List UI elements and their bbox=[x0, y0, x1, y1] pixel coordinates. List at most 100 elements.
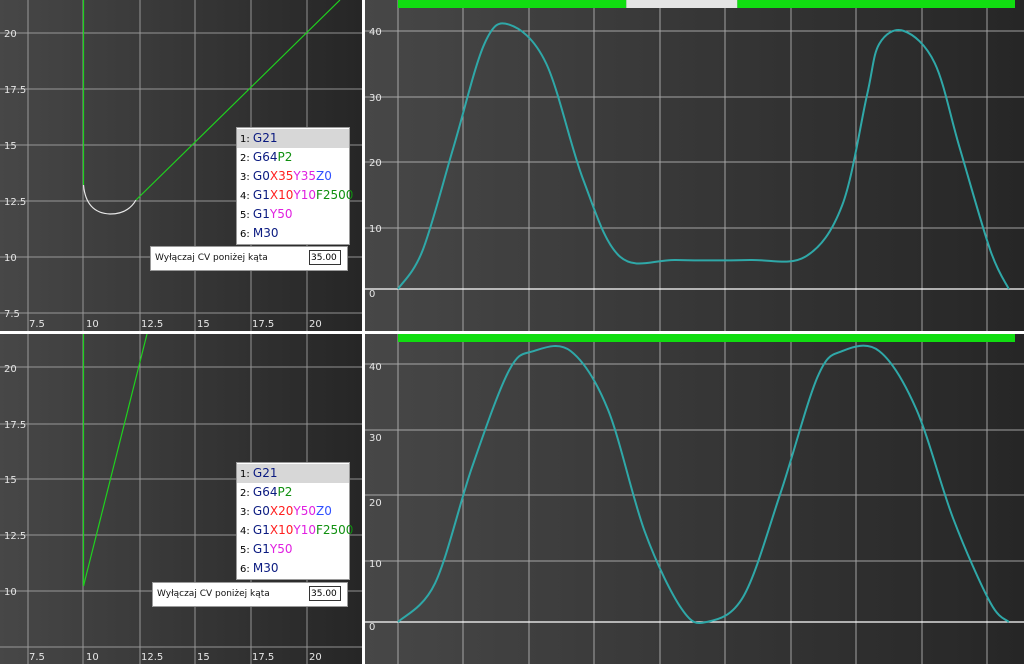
top-velocity-canvas: 40 30 20 10 0 bbox=[365, 0, 1024, 331]
top-velocity-view: 40 30 20 10 0 bbox=[365, 0, 1024, 331]
x-tick-label: 10 bbox=[86, 652, 99, 663]
gcode-token: Y50 bbox=[293, 504, 316, 518]
gcode-token: Y10 bbox=[293, 188, 316, 202]
y-tick-label: 10 bbox=[4, 253, 17, 264]
gcode-line-number: 4: bbox=[240, 526, 253, 537]
gcode-line[interactable]: 6: M30 bbox=[237, 224, 349, 243]
y-tick-label: 30 bbox=[369, 433, 382, 444]
gcode-line[interactable]: 6: M30 bbox=[237, 559, 349, 578]
bottom-velocity-canvas: 40 30 20 10 0 bbox=[365, 334, 1024, 664]
top-path-view[interactable]: 7.5 10 12.5 15 17.5 20 20 17.5 15 12.5 1… bbox=[0, 0, 362, 331]
horizontal-divider[interactable] bbox=[0, 331, 1024, 334]
progress-segment bbox=[398, 0, 627, 8]
gcode-token: M30 bbox=[252, 561, 279, 575]
gcode-line[interactable]: 5: G1Y50 bbox=[237, 205, 349, 224]
progress-segment bbox=[737, 0, 1015, 8]
gcode-token: G0 bbox=[252, 169, 270, 183]
top-progress-bar bbox=[398, 0, 1015, 8]
gcode-line-number: 5: bbox=[240, 545, 253, 556]
bottom-velocity-curve bbox=[397, 344, 1010, 625]
bottom-path-view[interactable]: 7.5 10 12.5 15 17.5 20 20 17.5 15 12.5 1… bbox=[0, 334, 362, 664]
gcode-token: Y50 bbox=[269, 542, 293, 556]
gcode-token: Z0 bbox=[315, 504, 332, 518]
x-tick-label: 7.5 bbox=[29, 319, 45, 330]
y-tick-label: 40 bbox=[369, 27, 382, 38]
top-gcode-list[interactable]: 1: G21 2: G64P2 3: G0X35Y35Z0 4: G1X10Y1… bbox=[236, 127, 353, 245]
y-tick-label: 10 bbox=[369, 559, 382, 570]
cv-angle-label: Wyłączaj CV poniżej kąta bbox=[155, 253, 268, 263]
bottom-gcode-list[interactable]: 1: G21 2: G64P2 3: G0X20Y50Z0 4: G1X10Y1… bbox=[236, 462, 353, 580]
cv-angle-label: Wyłączaj CV poniżej kąta bbox=[157, 589, 270, 599]
y-tick-label: 15 bbox=[4, 141, 17, 152]
y-tick-label: 10 bbox=[369, 224, 382, 235]
gcode-token: G0 bbox=[252, 504, 270, 518]
gcode-token: Z0 bbox=[315, 169, 332, 183]
gcode-line-number: 1: bbox=[240, 134, 253, 145]
gcode-line[interactable]: 1: G21 bbox=[237, 464, 349, 483]
gcode-line[interactable]: 2: G64P2 bbox=[237, 148, 349, 167]
gcode-line-number: 3: bbox=[240, 172, 253, 183]
gcode-line[interactable]: 5: G1Y50 bbox=[237, 540, 349, 559]
gcode-token: P2 bbox=[277, 150, 293, 164]
gcode-line[interactable]: 2: G64P2 bbox=[237, 483, 349, 502]
cv-angle-input[interactable] bbox=[309, 586, 341, 601]
gcode-line-number: 4: bbox=[240, 191, 253, 202]
y-tick-label: 12.5 bbox=[4, 531, 26, 542]
x-tick-label: 20 bbox=[309, 319, 322, 330]
y-tick-label: 17.5 bbox=[4, 85, 26, 96]
gcode-line[interactable]: 1: G21 bbox=[237, 129, 349, 148]
x-tick-label: 17.5 bbox=[252, 319, 274, 330]
x-tick-label: 10 bbox=[86, 319, 99, 330]
bottom-y-tick-labels: 20 17.5 15 12.5 10 bbox=[4, 364, 26, 598]
x-tick-label: 12.5 bbox=[141, 319, 163, 330]
top-velocity-curve bbox=[397, 22, 1010, 290]
bottom-velocity-grid bbox=[365, 334, 1024, 664]
gcode-line-number: 1: bbox=[240, 469, 253, 480]
x-tick-label: 15 bbox=[197, 652, 210, 663]
vertical-divider[interactable] bbox=[362, 0, 365, 664]
gcode-line-number: 6: bbox=[240, 229, 253, 240]
y-tick-label: 0 bbox=[369, 289, 375, 300]
top-velocity-y-ticks: 40 30 20 10 0 bbox=[369, 27, 382, 300]
gcode-token: G21 bbox=[252, 466, 278, 480]
y-tick-label: 20 bbox=[4, 364, 17, 375]
gcode-line[interactable]: 4: G1X10Y10F2500 bbox=[237, 521, 353, 540]
top-cv-angle-setting: Wyłączaj CV poniżej kąta bbox=[150, 246, 348, 271]
x-tick-label: 20 bbox=[309, 652, 322, 663]
gcode-line[interactable]: 3: G0X35Y35Z0 bbox=[237, 167, 349, 186]
y-tick-label: 20 bbox=[4, 29, 17, 40]
gcode-token: M30 bbox=[252, 226, 279, 240]
gcode-token: X20 bbox=[269, 504, 294, 518]
top-y-tick-labels: 20 17.5 15 12.5 10 7.5 bbox=[4, 29, 26, 320]
y-tick-label: 0 bbox=[369, 622, 375, 633]
gcode-token: Y35 bbox=[293, 169, 316, 183]
gcode-token: P2 bbox=[277, 485, 293, 499]
gcode-line[interactable]: 4: G1X10Y10F2500 bbox=[237, 186, 353, 205]
y-tick-label: 15 bbox=[4, 475, 17, 486]
gcode-token: X35 bbox=[269, 169, 294, 183]
y-tick-label: 12.5 bbox=[4, 197, 26, 208]
top-x-tick-labels: 7.5 10 12.5 15 17.5 20 bbox=[29, 319, 322, 330]
bottom-cv-angle-setting: Wyłączaj CV poniżej kąta bbox=[152, 582, 348, 607]
y-tick-label: 10 bbox=[4, 587, 17, 598]
gcode-token: X10 bbox=[269, 188, 294, 202]
gcode-token: F2500 bbox=[315, 523, 354, 537]
gcode-token: G1 bbox=[252, 207, 270, 221]
x-tick-label: 12.5 bbox=[141, 652, 163, 663]
x-tick-label: 15 bbox=[197, 319, 210, 330]
x-tick-label: 17.5 bbox=[252, 652, 274, 663]
bottom-velocity-view: 40 30 20 10 0 bbox=[365, 334, 1024, 664]
gcode-line-number: 6: bbox=[240, 564, 253, 575]
gcode-token: G1 bbox=[252, 523, 270, 537]
gcode-token: G64 bbox=[252, 485, 278, 499]
gcode-line-number: 2: bbox=[240, 488, 253, 499]
top-velocity-grid bbox=[365, 0, 1024, 331]
gcode-line-number: 5: bbox=[240, 210, 253, 221]
y-tick-label: 40 bbox=[369, 362, 382, 373]
gcode-token: Y10 bbox=[293, 523, 316, 537]
gcode-line-number: 2: bbox=[240, 153, 253, 164]
gcode-token: G1 bbox=[252, 542, 270, 556]
cv-angle-input[interactable] bbox=[309, 250, 341, 265]
top-path-blend-arc bbox=[82, 184, 137, 215]
gcode-line[interactable]: 3: G0X20Y50Z0 bbox=[237, 502, 349, 521]
